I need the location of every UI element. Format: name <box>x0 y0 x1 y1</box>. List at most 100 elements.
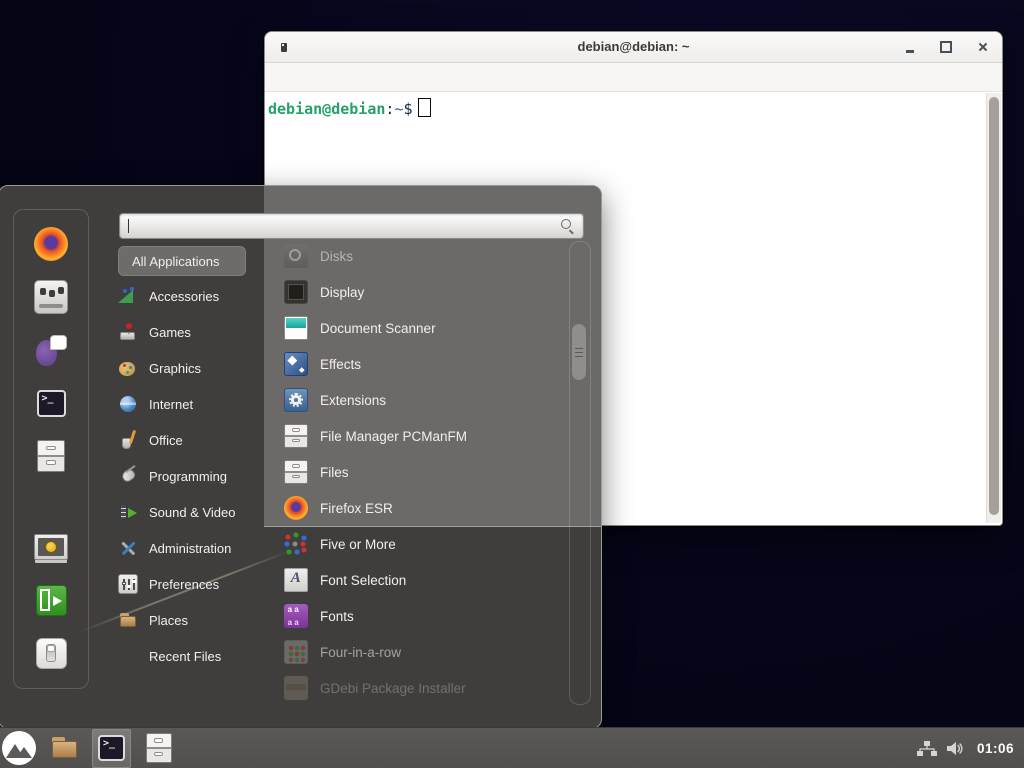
taskbar-launcher[interactable] <box>92 729 131 768</box>
application-label: Five or More <box>320 537 396 552</box>
category-label: Office <box>149 433 183 448</box>
sound-video-icon <box>118 502 138 522</box>
application-item[interactable]: Extensions <box>284 382 564 418</box>
application-label: Extensions <box>320 393 386 408</box>
terminal-titlebar[interactable]: debian@debian: ~ <box>265 32 1002 63</box>
volume-icon[interactable] <box>947 741 965 756</box>
category-label: Places <box>149 613 188 628</box>
category-label: Games <box>149 325 191 340</box>
application-label: GDebi Package Installer <box>320 681 466 696</box>
category-item[interactable]: Games <box>118 314 278 350</box>
shell-prompt: debian@debian:~$ <box>268 100 413 118</box>
application-label: Fonts <box>320 609 354 624</box>
category-item[interactable]: Graphics <box>118 350 278 386</box>
five-or-more-icon <box>284 532 308 556</box>
category-item[interactable]: Recent Files <box>118 638 278 674</box>
file-cabinet-icon <box>146 733 172 763</box>
category-label: Administration <box>149 541 231 556</box>
application-item[interactable]: File Manager PCManFM <box>284 418 564 454</box>
terminal-cursor <box>418 98 431 117</box>
favorite-item[interactable] <box>33 385 69 421</box>
close-button[interactable] <box>978 42 988 52</box>
office-icon <box>118 430 138 450</box>
application-label: Disks <box>320 249 353 264</box>
category-label: Internet <box>149 397 193 412</box>
favorite-item[interactable] <box>33 582 69 618</box>
clock[interactable]: 01:06 <box>977 741 1014 756</box>
taskbar-launcher[interactable] <box>46 730 83 767</box>
category-item[interactable]: Sound & Video <box>118 494 278 530</box>
display-icon <box>284 280 308 304</box>
application-item[interactable]: Firefox ESR <box>284 490 564 526</box>
search-input[interactable] <box>120 214 583 238</box>
category-label: Recent Files <box>149 649 221 664</box>
category-item[interactable]: Preferences <box>118 566 278 602</box>
application-item[interactable]: Disks <box>284 238 564 274</box>
disks-icon <box>284 244 308 268</box>
terminal-icon <box>98 735 125 761</box>
document-scanner-icon <box>284 316 308 340</box>
terminal-scrollbar[interactable] <box>986 93 1001 523</box>
category-item[interactable]: Places <box>118 602 278 638</box>
effects-icon <box>284 352 308 376</box>
application-item[interactable]: Fonts <box>284 598 564 634</box>
category-label: All Applications <box>132 254 219 269</box>
maximize-button[interactable] <box>940 41 952 53</box>
category-label: Programming <box>149 469 227 484</box>
logout-icon <box>36 585 67 616</box>
favorites-column <box>13 209 89 689</box>
favorite-item[interactable] <box>33 635 69 671</box>
terminal-menubar <box>265 63 1002 92</box>
gdebi-icon <box>284 676 308 700</box>
application-label: Files <box>320 465 349 480</box>
search-icon <box>561 219 574 232</box>
taskbar-launcher[interactable] <box>0 730 37 767</box>
pidgin-icon <box>34 333 68 367</box>
application-list: Disks Display Document Scanner Effects E… <box>284 238 564 706</box>
shutdown-icon <box>36 638 67 669</box>
category-item[interactable]: Accessories <box>118 278 278 314</box>
window-menu-icon[interactable] <box>281 43 287 52</box>
category-item[interactable]: Programming <box>118 458 278 494</box>
taskbar-launcher[interactable] <box>140 730 177 767</box>
application-item[interactable]: Effects <box>284 346 564 382</box>
terminal-scrollbar-thumb[interactable] <box>989 97 999 515</box>
application-item[interactable]: Five or More <box>284 526 564 562</box>
network-icon[interactable] <box>917 741 937 756</box>
category-label: Accessories <box>149 289 219 304</box>
menu-scrollbar[interactable] <box>569 241 591 705</box>
control-center-icon <box>34 280 68 314</box>
extensions-icon <box>284 388 308 412</box>
system-tray: 01:06 <box>917 741 1024 756</box>
file-manager-icon <box>284 424 308 448</box>
terminal-icon <box>37 390 66 417</box>
application-item[interactable]: GDebi Package Installer <box>284 670 564 706</box>
menu-scrollbar-thumb[interactable] <box>572 324 586 380</box>
category-item[interactable]: Internet <box>118 386 278 422</box>
category-item[interactable]: Office <box>118 422 278 458</box>
application-label: Display <box>320 285 364 300</box>
application-item[interactable]: Files <box>284 454 564 490</box>
application-label: Four-in-a-row <box>320 645 401 660</box>
favorite-item[interactable] <box>33 438 69 474</box>
minimize-button[interactable] <box>906 50 914 53</box>
menu-search-box[interactable] <box>119 213 584 239</box>
folder-icon <box>50 733 80 763</box>
favorite-item[interactable] <box>33 226 69 262</box>
graphics-icon <box>118 358 138 378</box>
application-item[interactable]: Document Scanner <box>284 310 564 346</box>
favorite-item[interactable] <box>33 529 69 565</box>
taskbar: 01:06 <box>0 727 1024 768</box>
category-item[interactable]: Administration <box>118 530 278 566</box>
text-caret <box>128 219 129 233</box>
programming-icon <box>118 466 138 486</box>
application-item[interactable]: Display <box>284 274 564 310</box>
favorite-item[interactable] <box>33 279 69 315</box>
menu-logo-icon <box>2 731 36 765</box>
application-label: Document Scanner <box>320 321 436 336</box>
application-item[interactable]: Font Selection <box>284 562 564 598</box>
favorite-item[interactable] <box>33 332 69 368</box>
four-in-a-row-icon <box>284 640 308 664</box>
category-item[interactable]: All Applications <box>118 246 246 276</box>
application-item[interactable]: Four-in-a-row <box>284 634 564 670</box>
